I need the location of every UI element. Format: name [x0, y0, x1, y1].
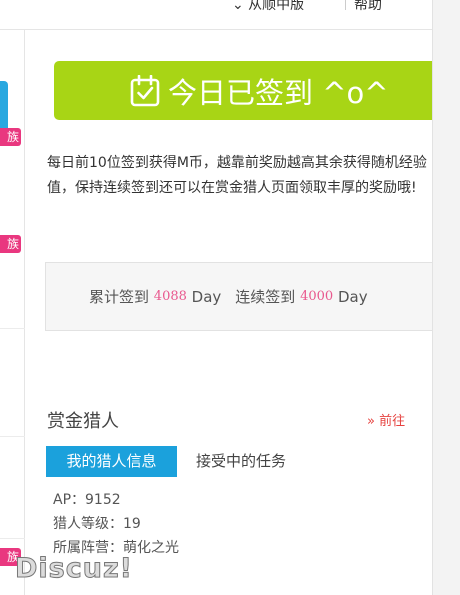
- total-signin-value: 4088: [153, 289, 187, 304]
- streak-signin-unit: Day: [337, 287, 368, 306]
- hunter-info-list: AP：9152 猎人等级：19 所属阵营：萌化之光: [53, 488, 179, 560]
- sidebar-divider: [0, 538, 25, 539]
- group-badge: 族: [0, 235, 21, 253]
- group-badge: 族: [0, 128, 21, 146]
- bounty-hunter-title: 赏金猎人: [47, 411, 119, 432]
- bounty-hunter-goto-link[interactable]: » 前往: [367, 410, 405, 429]
- sidebar-divider: [0, 436, 25, 437]
- total-signin-unit: Day: [191, 287, 222, 306]
- sign-in-stats: 累计签到 4088 Day 连续签到 4000 Day: [45, 262, 432, 331]
- tab-accepted-tasks[interactable]: 接受中的任务: [196, 446, 286, 477]
- sidebar-divider: [0, 328, 25, 329]
- calendar-check-icon: [130, 74, 160, 106]
- sign-in-description: 每日前10位签到获得M币，越靠前奖励越高其余获得随机经验值，保持连续签到还可以在…: [47, 155, 427, 196]
- hunter-level: 猎人等级：19: [53, 516, 141, 532]
- sign-in-panel: 今日已签到 ^o^ 每日前10位签到获得M币，越靠前奖励越高其余获得随机经验值，…: [25, 30, 432, 595]
- header-link-download[interactable]: ⌄ 从顺中版: [232, 0, 304, 14]
- streak-signin-value: 4000: [300, 289, 334, 304]
- sign-in-label: 今日已签到 ^o^: [168, 75, 389, 110]
- header-link-help[interactable]: 帮助: [354, 0, 382, 14]
- total-signin-label: 累计签到: [89, 288, 150, 306]
- hunter-ap: AP：9152: [53, 492, 121, 508]
- streak-signin-label: 连续签到: [235, 288, 296, 306]
- sign-in-button[interactable]: 今日已签到 ^o^: [54, 61, 432, 120]
- page-scroll-gutter: [432, 0, 460, 595]
- header-divider: [345, 0, 346, 10]
- tab-my-hunter-info[interactable]: 我的猎人信息: [46, 446, 177, 477]
- top-header: ⌄ 从顺中版 帮助: [0, 0, 432, 30]
- left-sidebar: 族 族 族: [0, 30, 25, 595]
- discuz-watermark: Discuz!: [15, 553, 133, 585]
